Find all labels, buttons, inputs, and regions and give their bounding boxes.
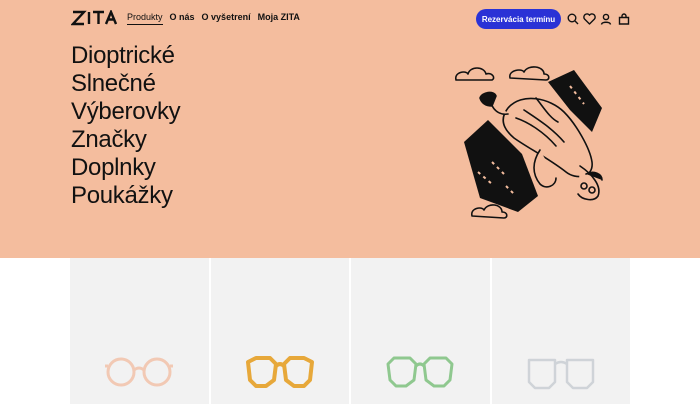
menu-item-slnecne[interactable]: Slnečné bbox=[71, 70, 180, 98]
menu-item-znacky[interactable]: Značky bbox=[71, 126, 180, 154]
glasses-image bbox=[105, 357, 174, 387]
category-menu: Dioptrické Slnečné Výberovky Značky Dopl… bbox=[71, 42, 181, 210]
menu-item-vyberovky[interactable]: Výberovky bbox=[71, 98, 181, 126]
main-nav: Produkty O nás O vyšetrení Moja ZITA bbox=[127, 12, 300, 25]
reservation-button[interactable]: Rezervácia termínu bbox=[476, 9, 561, 29]
nav-item-produkty[interactable]: Produkty bbox=[127, 12, 163, 25]
nav-item-o-vysetreni[interactable]: O vyšetrení bbox=[202, 12, 251, 25]
product-card[interactable] bbox=[210, 258, 349, 404]
search-icon[interactable] bbox=[566, 12, 580, 26]
glasses-image bbox=[386, 356, 454, 388]
product-card[interactable] bbox=[491, 258, 630, 404]
product-card[interactable] bbox=[70, 258, 209, 404]
zita-logo[interactable] bbox=[71, 10, 117, 26]
site-header: Produkty O nás O vyšetrení Moja ZITA Rez… bbox=[0, 0, 700, 38]
heart-icon[interactable] bbox=[582, 12, 596, 26]
glasses-image bbox=[245, 356, 314, 388]
user-icon[interactable] bbox=[599, 12, 613, 26]
nav-item-o-nas[interactable]: O nás bbox=[170, 12, 195, 25]
bag-icon[interactable] bbox=[617, 12, 631, 26]
hero-illustration bbox=[455, 66, 603, 219]
product-card[interactable] bbox=[351, 258, 490, 404]
nav-item-moja-zita[interactable]: Moja ZITA bbox=[258, 12, 300, 25]
menu-item-dioptricke[interactable]: Dioptrické bbox=[71, 42, 180, 70]
menu-item-doplnky[interactable]: Doplnky bbox=[71, 154, 180, 182]
product-grid bbox=[70, 258, 630, 404]
menu-item-poukazky[interactable]: Poukážky bbox=[71, 182, 180, 210]
glasses-image bbox=[527, 358, 594, 390]
